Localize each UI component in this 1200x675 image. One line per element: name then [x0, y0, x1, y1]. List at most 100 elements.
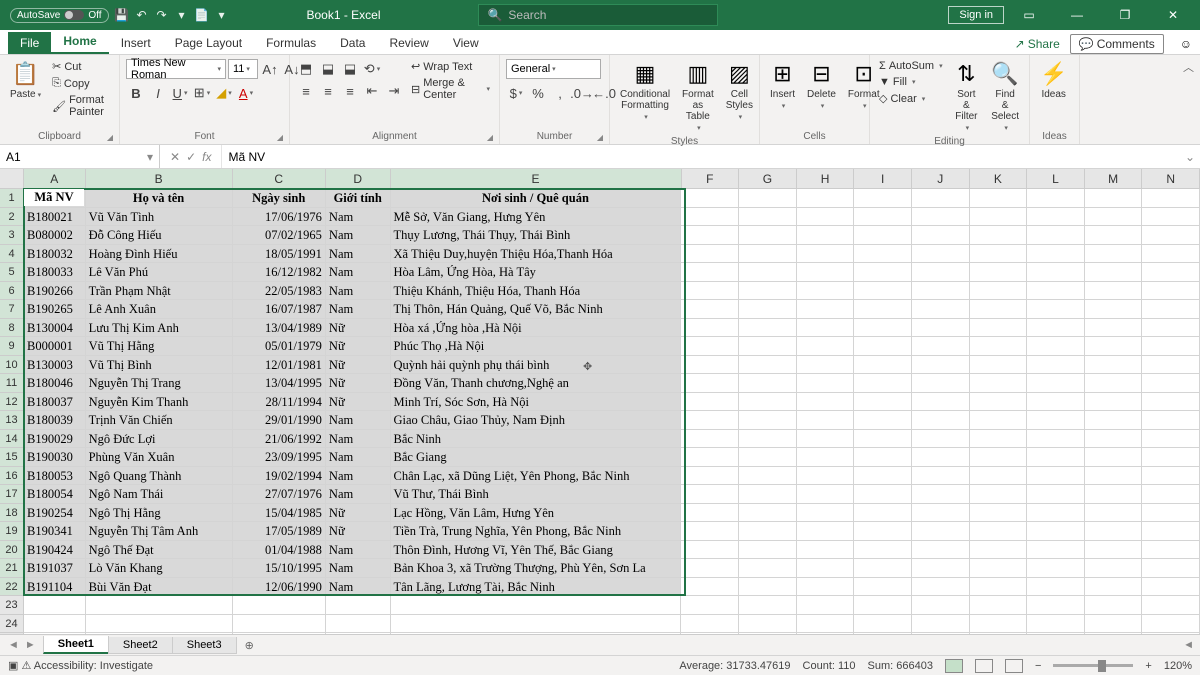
cell[interactable]: Ngô Đức Lợi	[86, 430, 233, 449]
cell[interactable]	[1085, 356, 1143, 375]
cell[interactable]: 12/01/1981	[233, 356, 326, 375]
cell[interactable]: B190029	[24, 430, 86, 449]
cell[interactable]: B190266	[24, 282, 86, 301]
cell[interactable]	[1085, 485, 1143, 504]
cell[interactable]: Nam	[326, 559, 391, 578]
save-icon[interactable]: 💾	[115, 8, 129, 22]
formula-input[interactable]: Mã NV	[222, 145, 1180, 168]
cell[interactable]: Nữ	[326, 356, 391, 375]
cell[interactable]	[739, 448, 797, 467]
cell[interactable]: Nam	[326, 411, 391, 430]
cell[interactable]	[739, 467, 797, 486]
tab-data[interactable]: Data	[328, 32, 377, 54]
cell[interactable]	[854, 319, 912, 338]
cell[interactable]	[739, 245, 797, 264]
cell[interactable]	[970, 541, 1028, 560]
cell[interactable]	[681, 541, 739, 560]
cell[interactable]	[797, 245, 855, 264]
sheet-nav-prev-icon[interactable]: ◄	[8, 639, 19, 651]
row-header[interactable]: 12	[0, 393, 24, 412]
cancel-icon[interactable]: ✕	[170, 150, 180, 164]
cell[interactable]: 16/07/1987	[233, 300, 326, 319]
scroll-left-icon[interactable]: ◄	[1183, 639, 1194, 651]
cell[interactable]	[912, 467, 970, 486]
row-header[interactable]: 2	[0, 208, 24, 227]
row-header[interactable]: 9	[0, 337, 24, 356]
qat-icon[interactable]: ▾	[215, 8, 229, 22]
zoom-level[interactable]: 120%	[1164, 660, 1192, 672]
cell[interactable]: B180039	[24, 411, 86, 430]
tab-home[interactable]: Home	[51, 30, 108, 54]
column-header[interactable]: J	[912, 169, 970, 188]
cell[interactable]	[797, 319, 855, 338]
column-header[interactable]: M	[1085, 169, 1143, 188]
cell[interactable]	[739, 300, 797, 319]
cell[interactable]	[970, 208, 1028, 227]
column-header[interactable]: E	[391, 169, 682, 188]
cell[interactable]	[86, 596, 233, 615]
autosum-button[interactable]: ΣAutoSum	[876, 59, 946, 73]
cell[interactable]: 21/06/1992	[233, 430, 326, 449]
column-header[interactable]: D	[326, 169, 391, 188]
cell[interactable]	[739, 504, 797, 523]
cell[interactable]	[970, 282, 1028, 301]
copy-button[interactable]: ⎘Copy	[49, 76, 113, 91]
cell[interactable]	[854, 504, 912, 523]
cell[interactable]	[970, 245, 1028, 264]
cell[interactable]	[1027, 226, 1085, 245]
cell[interactable]	[1027, 356, 1085, 375]
cell[interactable]: Bắc Ninh	[391, 430, 682, 449]
cell[interactable]	[1027, 522, 1085, 541]
cell[interactable]: B180033	[24, 263, 86, 282]
column-header[interactable]: G	[739, 169, 797, 188]
cell[interactable]: Nguyễn Thị Trang	[86, 374, 233, 393]
search-box[interactable]: 🔍 Search	[478, 4, 718, 26]
cell[interactable]: Vũ Văn Tình	[86, 208, 233, 227]
cell[interactable]	[854, 189, 912, 208]
cell[interactable]	[1142, 615, 1200, 634]
cell[interactable]	[1085, 263, 1143, 282]
new-sheet-button[interactable]: ⊕	[237, 639, 262, 652]
cell[interactable]	[739, 596, 797, 615]
enter-icon[interactable]: ✓	[186, 150, 196, 164]
cell[interactable]: Nơi sinh / Quê quán	[391, 189, 682, 208]
cell[interactable]	[912, 319, 970, 338]
cell[interactable]	[1027, 374, 1085, 393]
row-header[interactable]: 1	[0, 189, 24, 208]
cell[interactable]	[797, 208, 855, 227]
launcher-icon[interactable]: ◢	[487, 133, 493, 142]
cell[interactable]	[24, 596, 86, 615]
cell[interactable]	[681, 374, 739, 393]
cell[interactable]	[970, 485, 1028, 504]
increase-font-icon[interactable]: A↑	[260, 59, 280, 79]
cell[interactable]: Vũ Thư, Thái Bình	[391, 485, 682, 504]
cell[interactable]	[970, 467, 1028, 486]
cell[interactable]	[326, 596, 391, 615]
sheet-tab-3[interactable]: Sheet3	[172, 637, 237, 654]
cell[interactable]	[1085, 504, 1143, 523]
cell[interactable]	[912, 448, 970, 467]
cell[interactable]: 16/12/1982	[233, 263, 326, 282]
cell[interactable]	[912, 559, 970, 578]
cell[interactable]: Nam	[326, 208, 391, 227]
cell[interactable]: Thụy Lương, Thái Thụy, Thái Bình	[391, 226, 682, 245]
cell[interactable]	[854, 263, 912, 282]
number-format-select[interactable]: General	[506, 59, 601, 79]
cell[interactable]	[797, 596, 855, 615]
cell[interactable]	[797, 300, 855, 319]
cell[interactable]: B190030	[24, 448, 86, 467]
cell[interactable]	[797, 448, 855, 467]
cell[interactable]	[739, 411, 797, 430]
row-header[interactable]: 23	[0, 596, 24, 615]
fill-color-button[interactable]: ◢	[214, 83, 234, 103]
cell[interactable]: Lò Văn Khang	[86, 559, 233, 578]
cell[interactable]: Nữ	[326, 504, 391, 523]
cell[interactable]	[970, 337, 1028, 356]
row-header[interactable]: 8	[0, 319, 24, 338]
column-header[interactable]: C	[233, 169, 326, 188]
cell[interactable]	[681, 485, 739, 504]
cell-styles-button[interactable]: ▨Cell Styles	[722, 59, 757, 123]
cell[interactable]	[681, 559, 739, 578]
wrap-text-button[interactable]: ↩Wrap Text	[408, 59, 493, 74]
cell[interactable]: B180054	[24, 485, 86, 504]
